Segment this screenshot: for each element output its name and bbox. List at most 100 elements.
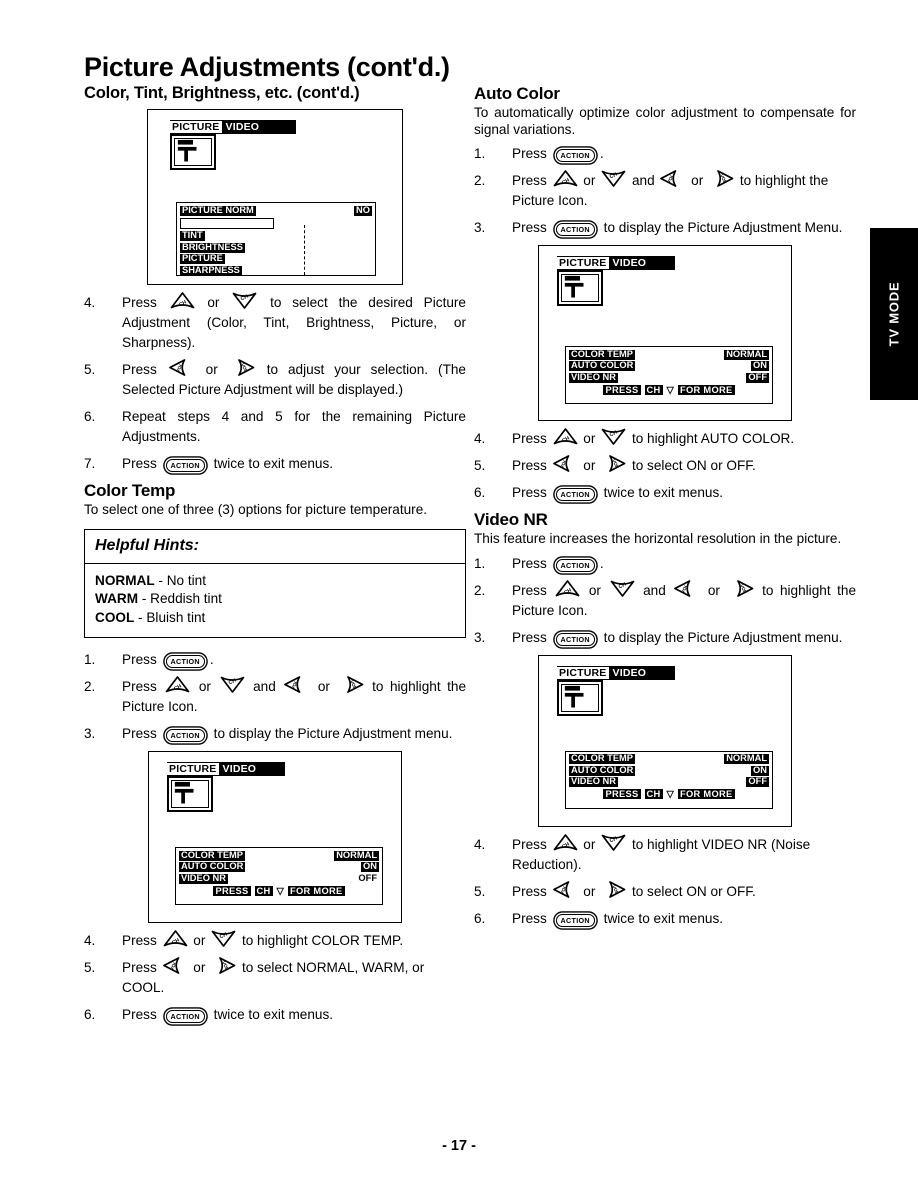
steps-list-color-temp-open: 1. Press ACTION. 2. Press CH or CH and VOL …	[84, 650, 466, 744]
osd-row-label: AUTO COLOR	[569, 360, 636, 372]
vol-left-arrow-key: VOL	[660, 170, 685, 187]
vol-right-arrow-key: VOL	[339, 676, 364, 693]
osd-menu-row: VIDEO NR OFF	[569, 372, 769, 384]
step-text: Repeat steps 4 and 5 for the remaining P…	[122, 409, 466, 444]
osd-menu-row: AUTO COLOR ON	[179, 861, 379, 874]
vol-right-arrow-key: VOL	[601, 880, 626, 898]
helpful-hints-line: WARM - Reddish tint	[95, 591, 222, 606]
picture-icon	[170, 134, 216, 170]
osd-menu-panel: COLOR TEMP NORMAL AUTO COLOR ON VIDEO NR OFF P…	[565, 750, 773, 809]
step-number: 4.	[474, 431, 486, 446]
picture-icon	[557, 679, 603, 716]
step-item: 1. Press ACTION.	[474, 144, 856, 164]
osd-tab-video: VIDEO	[225, 121, 260, 133]
section-heading-auto-color: Auto Color	[474, 84, 560, 103]
step-text: Press CH or CH and VOL or VOL to highlig…	[512, 579, 857, 618]
osd-footer-for-more: FOR MORE	[288, 885, 345, 896]
action-button-key: ACTION	[555, 488, 595, 501]
tv-screen: PICTURE VIDEO COLOR TEMP NORMAL AUTO COLOR ON…	[148, 751, 402, 923]
page-number: - 17 -	[442, 1138, 476, 1154]
ch-down-arrow-key: CH	[220, 676, 245, 693]
osd-menu-row: TINT	[180, 230, 372, 243]
osd-row-value: NORMAL	[724, 348, 769, 360]
osd-row-value: OFF	[746, 371, 769, 383]
section-heading-color-tint: Color, Tint, Brightness, etc. (cont'd.)	[84, 84, 360, 102]
osd-menu-row: VIDEO NR OFF	[179, 873, 379, 885]
osd-menu-row: VIDEO NR OFF	[569, 776, 769, 789]
osd-tab-video: VIDEO	[612, 257, 647, 269]
osd-divider-dash	[303, 224, 305, 275]
section-heading-video-nr: Video NR	[474, 510, 548, 529]
step-text: Press CH or CH and VOL or VOL to highlig…	[512, 170, 829, 208]
ch-up-arrow-key: CH	[553, 833, 578, 851]
osd-tab-bar: PICTURE VIDEO	[557, 256, 675, 270]
tv-screen-illustration-1: PICTURE VIDEO PICTURE NORM NO TINT BRIGHTNESS…	[84, 109, 466, 285]
step-text: Press VOL or VOL to select NORMAL, WARM,…	[122, 957, 466, 998]
manual-page: Picture Adjustments (cont'd.) Color, Tin…	[0, 0, 918, 1188]
step-item: 1. Press ACTION.	[474, 554, 856, 574]
osd-footer-press: PRESS	[213, 885, 251, 896]
helpful-hints-heading: Helpful Hints:	[85, 530, 465, 564]
osd-menu-row: AUTO COLOR ON	[569, 765, 769, 777]
step-item: 4. Press CH or CH to highlight COLOR TEMP…	[84, 930, 466, 951]
step-text: Press CH or CH and VOL or VOL to highlig…	[122, 676, 467, 714]
action-button-key: ACTION	[555, 632, 595, 646]
right-column: Auto Color To automatically optimize col…	[474, 84, 856, 936]
osd-row-label: COLOR TEMP	[569, 348, 635, 360]
osd-menu-row: SHARPNESS	[180, 265, 372, 275]
tv-screen: PICTURE VIDEO PICTURE NORM NO TINT BRIGHTNESS…	[147, 109, 403, 285]
step-text: Press CH or CH to select the desired Pic…	[122, 292, 466, 350]
step-text: Press ACTION to display the Picture Adju…	[122, 726, 453, 742]
step-text: Press ACTION twice to exit menus.	[122, 1007, 334, 1023]
ch-up-arrow-key: CH	[553, 170, 578, 187]
step-item: 6. Repeat steps 4 and 5 for the remaining…	[84, 407, 466, 447]
hint-term: COOL	[95, 609, 135, 625]
osd-footer-for-more: FOR MORE	[678, 789, 735, 799]
osd-level-bar	[180, 217, 275, 229]
video-nr-intro: This feature increases the horizontal re…	[474, 531, 842, 546]
tv-screen-illustration-2: PICTURE VIDEO COLOR TEMP NORMAL AUTO COLOR ON…	[84, 751, 466, 923]
osd-tab-picture: PICTURE	[167, 763, 219, 775]
ch-down-arrow-key: CH	[232, 292, 257, 309]
step-number: 4.	[84, 295, 96, 310]
step-number: 4.	[84, 933, 96, 948]
vol-right-arrow-key: VOL	[211, 957, 236, 974]
step-number: 1.	[474, 555, 486, 571]
osd-tab-picture: PICTURE	[170, 121, 222, 133]
osd-tab-video: VIDEO	[612, 666, 647, 679]
osd-row-label: VIDEO NR	[569, 371, 618, 383]
vol-left-arrow-key: VOL	[168, 359, 194, 376]
vol-left-arrow-key: VOL	[552, 880, 578, 898]
step-item: 5. Press VOL or VOL to select NORMAL, WAR…	[84, 957, 466, 998]
side-tab-label: TV MODE	[886, 281, 902, 347]
step-item: 6. Press ACTION twice to exit menus.	[84, 1005, 466, 1025]
osd-menu-row: PICTURE NORM NO	[180, 205, 372, 217]
step-number: 6.	[84, 409, 96, 424]
ch-up-arrow-key: CH	[553, 428, 578, 445]
step-item: 4. Press CH or CH to select the desired P…	[84, 292, 466, 353]
action-button-key: ACTION	[555, 149, 595, 162]
osd-footer: PRESS CH ▽ FOR MORE	[569, 384, 769, 396]
action-button-key: ACTION	[555, 913, 595, 927]
osd-tab-bar: PICTURE VIDEO	[167, 762, 285, 776]
step-text: Press ACTION twice to exit menus.	[122, 456, 334, 472]
helpful-hints-line: COOL - Bluish tint	[95, 609, 206, 625]
steps-list-auto-color-select: 4. Press CH or CH to highlight AUTO COLOR…	[474, 428, 856, 503]
osd-row-label: COLOR TEMP	[569, 753, 635, 765]
action-button-key: ACTION	[165, 655, 205, 668]
osd-footer: PRESS CH ▽ FOR MORE	[569, 789, 769, 800]
action-button-key: ACTION	[165, 1010, 205, 1023]
ch-down-arrow-key: CH	[601, 428, 626, 445]
tv-screen: PICTURE VIDEO COLOR TEMP NORMAL AUTO COLOR ON…	[538, 654, 792, 827]
osd-row-value: NORMAL	[334, 849, 379, 861]
step-text: Press ACTION twice to exit menus.	[512, 485, 724, 501]
osd-menu-row: AUTO COLOR ON	[569, 360, 769, 373]
step-item: 6. Press ACTION twice to exit menus.	[474, 483, 856, 503]
step-text: Press ACTION twice to exit menus.	[512, 910, 724, 927]
step-number: 5.	[474, 458, 486, 473]
osd-menu-panel: PICTURE NORM NO TINT BRIGHTNESS PICTURE SHARP…	[176, 202, 376, 276]
step-text: Press CH or CH to highlight AUTO COLOR.	[512, 428, 795, 446]
picture-icon	[167, 776, 213, 812]
hint-term: WARM	[95, 591, 139, 606]
osd-footer-arrow-icon: ▽	[276, 885, 284, 896]
